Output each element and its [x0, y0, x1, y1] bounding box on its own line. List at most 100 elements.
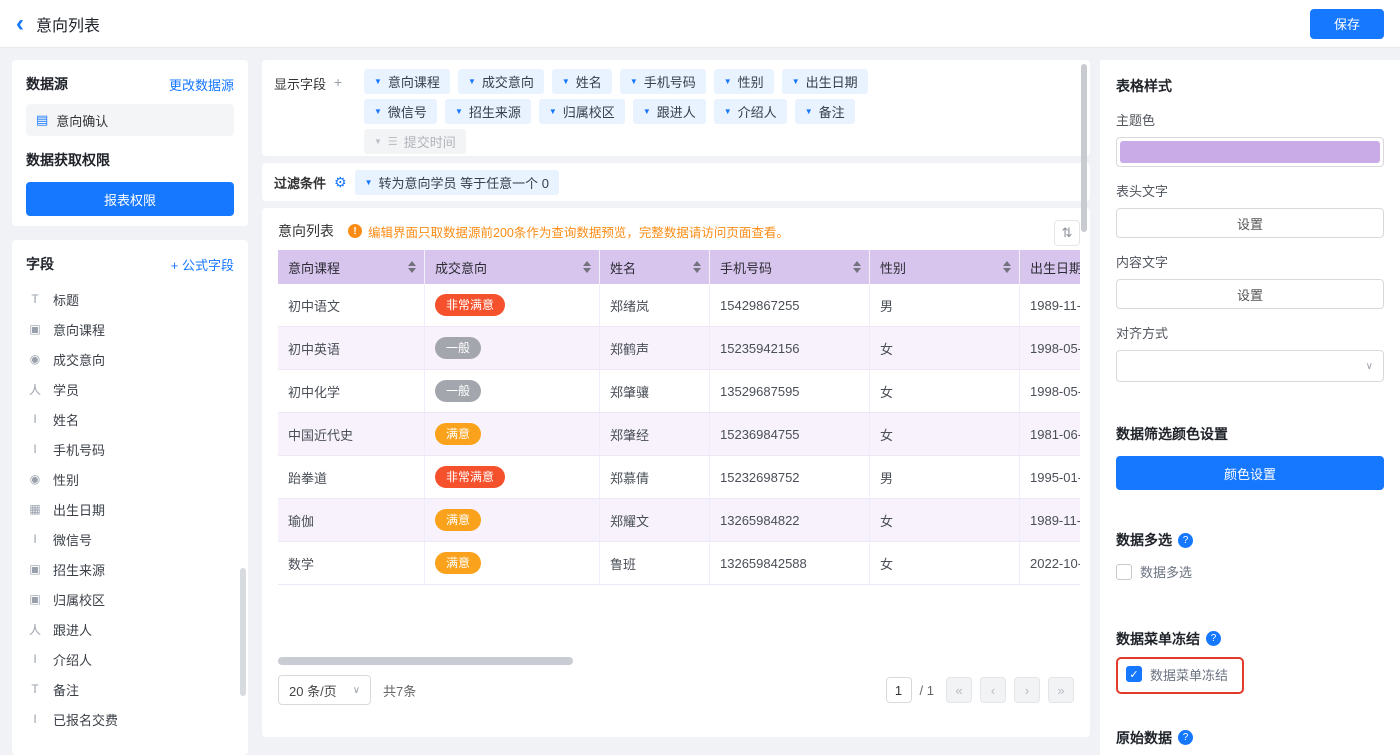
next-page-button[interactable]: › [1014, 677, 1040, 703]
field-item[interactable]: I手机号码 [26, 434, 234, 464]
column-header[interactable]: 成交意向 [425, 250, 600, 284]
chip-label: 招生来源 [469, 102, 521, 121]
add-field-icon[interactable]: + [334, 74, 342, 90]
gear-icon[interactable]: ⚙ [334, 174, 347, 191]
filter-chip-label: 转为意向学员 等于任意一个 0 [379, 173, 549, 192]
field-item-label: 性别 [53, 470, 79, 489]
fields-scrollbar[interactable] [240, 568, 246, 696]
alignment-select[interactable]: ∨ [1116, 350, 1384, 382]
current-page-input[interactable]: 1 [886, 677, 912, 703]
field-item[interactable]: ◉性别 [26, 464, 234, 494]
cell-course: 初中语文 [278, 284, 425, 326]
display-field-chip[interactable]: ▼跟进人 [633, 99, 706, 124]
display-field-chip-disabled[interactable]: ▼☰提交时间 [364, 129, 466, 154]
display-field-chip[interactable]: ▼手机号码 [620, 69, 706, 94]
field-item[interactable]: ▣招生来源 [26, 554, 234, 584]
change-datasource-link[interactable]: 更改数据源 [169, 75, 234, 94]
field-item[interactable]: ▦出生日期 [26, 494, 234, 524]
column-header[interactable]: 意向课程 [278, 250, 425, 284]
first-page-button[interactable]: « [946, 677, 972, 703]
cell-name: 郑肇经 [600, 413, 710, 455]
filter-panel: 过滤条件 ⚙ ▼ 转为意向学员 等于任意一个 0 [262, 163, 1090, 201]
table-panel: 意向列表 ! 编辑界面只取数据源前200条作为查询数据预览，完整数据请访问页面查… [262, 208, 1090, 737]
table-row[interactable]: 数学满意鲁班132659842588女2022-10- [278, 542, 1080, 585]
display-field-chip[interactable]: ▼微信号 [364, 99, 437, 124]
cell-gender: 女 [870, 413, 1020, 455]
page-size-value: 20 条/页 [289, 681, 337, 700]
column-header-label: 姓名 [610, 258, 636, 277]
sort-icon[interactable] [1003, 261, 1011, 273]
field-item[interactable]: 人跟进人 [26, 614, 234, 644]
data-table: 意向课程成交意向姓名 手机号码性别出生日期 初中语文非常满意郑绪岚15429867… [278, 250, 1080, 585]
multiselect-checkbox-row[interactable]: 数据多选 [1116, 562, 1192, 581]
display-field-chip[interactable]: ▼备注 [795, 99, 855, 124]
column-header[interactable]: 出生日期 [1020, 250, 1080, 284]
table-row[interactable]: 瑜伽满意郑耀文13265984822女1989-11- [278, 499, 1080, 542]
display-field-chip[interactable]: ▼归属校区 [539, 99, 625, 124]
field-item[interactable]: I微信号 [26, 524, 234, 554]
vertical-scrollbar[interactable] [1081, 64, 1087, 232]
table-row[interactable]: 初中英语一般郑鹤声15235942156女1998-05- [278, 327, 1080, 370]
field-item[interactable]: I已报名交费 [26, 704, 234, 734]
cell-phone: 13529687595 [710, 370, 870, 412]
display-field-chip[interactable]: ▼成交意向 [458, 69, 544, 94]
display-field-chip[interactable]: ▼意向课程 [364, 69, 450, 94]
cell-course: 瑜伽 [278, 499, 425, 541]
sort-icon[interactable] [408, 261, 416, 273]
display-field-chip[interactable]: ▼介绍人 [714, 99, 787, 124]
table-row[interactable]: 初中化学一般郑肇骧13529687595女1998-05- [278, 370, 1080, 413]
page-size-select[interactable]: 20 条/页 ∨ [278, 675, 371, 705]
text-type-icon: I [26, 652, 44, 666]
field-item[interactable]: ◉成交意向 [26, 344, 234, 374]
field-item[interactable]: T备注 [26, 674, 234, 704]
field-item[interactable]: ▣归属校区 [26, 584, 234, 614]
display-field-chip[interactable]: ▼性别 [714, 69, 774, 94]
display-fields-panel: 显示字段 + ▼意向课程▼成交意向▼姓名▼手机号码▼性别▼出生日期▼微信号▼招生… [262, 60, 1090, 156]
sort-icon[interactable] [693, 261, 701, 273]
intent-badge: 满意 [435, 423, 481, 445]
freeze-checkbox-row[interactable]: ✓ 数据菜单冻结 [1126, 665, 1228, 684]
field-item[interactable]: I姓名 [26, 404, 234, 434]
content-text-label: 内容文字 [1116, 252, 1384, 271]
field-item-label: 成交意向 [53, 350, 105, 369]
content-text-settings-button[interactable]: 设置 [1116, 279, 1384, 309]
display-field-chip[interactable]: ▼出生日期 [782, 69, 868, 94]
field-item[interactable]: T标题 [26, 284, 234, 314]
report-permission-button[interactable]: 报表权限 [26, 182, 234, 216]
column-header[interactable]: 姓名 [600, 250, 710, 284]
field-item-label: 已报名交费 [53, 710, 118, 729]
table-row[interactable]: 中国近代史满意郑肇经15236984755女1981-06- [278, 413, 1080, 456]
chevron-down-icon: ▼ [468, 77, 476, 86]
table-row[interactable]: 跆拳道非常满意郑慕倩15232698752男1995-01- [278, 456, 1080, 499]
field-item[interactable]: 人学员 [26, 374, 234, 404]
help-icon[interactable]: ? [1178, 533, 1193, 548]
save-button[interactable]: 保存 [1310, 9, 1384, 39]
datasource-item[interactable]: ▤ 意向确认 [26, 104, 234, 136]
column-header[interactable]: 手机号码 [710, 250, 870, 284]
add-formula-field-link[interactable]: + 公式字段 [171, 255, 234, 274]
prev-page-button[interactable]: ‹ [980, 677, 1006, 703]
help-icon[interactable]: ? [1206, 631, 1221, 646]
title-type-icon: T [26, 292, 44, 306]
field-item[interactable]: I介绍人 [26, 644, 234, 674]
field-item[interactable]: ▣意向课程 [26, 314, 234, 344]
header-text-settings-button[interactable]: 设置 [1116, 208, 1384, 238]
last-page-button[interactable]: » [1048, 677, 1074, 703]
multiselect-checkbox[interactable] [1116, 564, 1132, 580]
color-settings-button[interactable]: 颜色设置 [1116, 456, 1384, 490]
chevron-down-icon: ▼ [630, 77, 638, 86]
column-header[interactable]: 性别 [870, 250, 1020, 284]
freeze-checkbox[interactable]: ✓ [1126, 666, 1142, 682]
sort-toggle-button[interactable]: ⇅ [1054, 220, 1080, 246]
sort-icon[interactable] [583, 261, 591, 273]
horizontal-scrollbar[interactable] [278, 657, 573, 665]
back-icon[interactable]: ‹ [16, 13, 24, 35]
help-icon[interactable]: ? [1178, 730, 1193, 745]
display-field-chip[interactable]: ▼招生来源 [445, 99, 531, 124]
filter-chip[interactable]: ▼ 转为意向学员 等于任意一个 0 [355, 170, 559, 195]
sort-icon[interactable] [853, 261, 861, 273]
display-field-chip[interactable]: ▼姓名 [552, 69, 612, 94]
theme-color-picker[interactable] [1116, 137, 1384, 167]
table-row[interactable]: 初中语文非常满意郑绪岚15429867255男1989-11- [278, 284, 1080, 327]
chevron-down-icon: ▼ [643, 107, 651, 116]
